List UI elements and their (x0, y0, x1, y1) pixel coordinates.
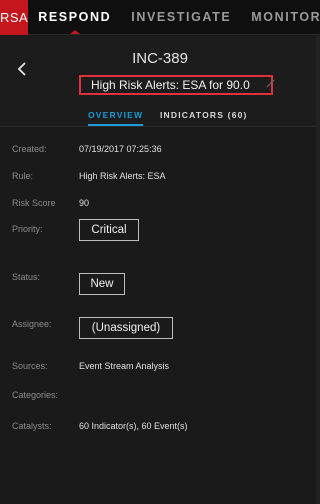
nav-investigate[interactable]: INVESTIGATE (121, 0, 241, 34)
status-dropdown[interactable]: New (79, 273, 125, 295)
pencil-edit-icon[interactable] (266, 79, 275, 91)
catalysts-label: Catalysts: (12, 421, 52, 431)
assignee-label: Assignee: (12, 319, 52, 329)
assignee-dropdown[interactable]: (Unassigned) (79, 317, 173, 339)
priority-label: Priority: (12, 224, 43, 234)
created-label: Created: (12, 144, 47, 154)
sources-value: Event Stream Analysis (79, 361, 170, 371)
incident-tabs: OVERVIEW INDICATORS (60) (0, 110, 320, 127)
priority-dropdown[interactable]: Critical (79, 219, 139, 241)
incident-id: INC-389 (132, 50, 188, 67)
categories-label: Categories: (12, 390, 59, 400)
status-label: Status: (12, 272, 41, 282)
incident-name: High Risk Alerts: ESA for 90.0 (91, 78, 250, 92)
created-value: 07/19/2017 07:25:36 (79, 144, 162, 154)
sources-label: Sources: (12, 361, 48, 371)
nav-monitor[interactable]: MONITOR (241, 0, 320, 34)
tab-indicators[interactable]: INDICATORS (60) (160, 110, 248, 124)
risk-score-label: Risk Score (12, 198, 56, 208)
nav-respond[interactable]: RESPOND (28, 0, 121, 34)
tab-overview[interactable]: OVERVIEW (88, 110, 144, 126)
rsa-logo[interactable]: RSA (0, 0, 29, 35)
rule-value: High Risk Alerts: ESA (79, 171, 166, 181)
risk-score-value: 90 (79, 198, 90, 208)
incident-name-editor[interactable]: High Risk Alerts: ESA for 90.0 (79, 75, 275, 95)
top-nav: RSA RESPOND INVESTIGATE MONITOR (0, 0, 320, 35)
panel-edge (316, 36, 320, 504)
catalysts-value: 60 Indicator(s), 60 Event(s) (79, 421, 188, 431)
incident-header: INC-389 High Risk Alerts: ESA for 90.0 O… (0, 36, 320, 127)
rule-label: Rule: (12, 171, 34, 181)
